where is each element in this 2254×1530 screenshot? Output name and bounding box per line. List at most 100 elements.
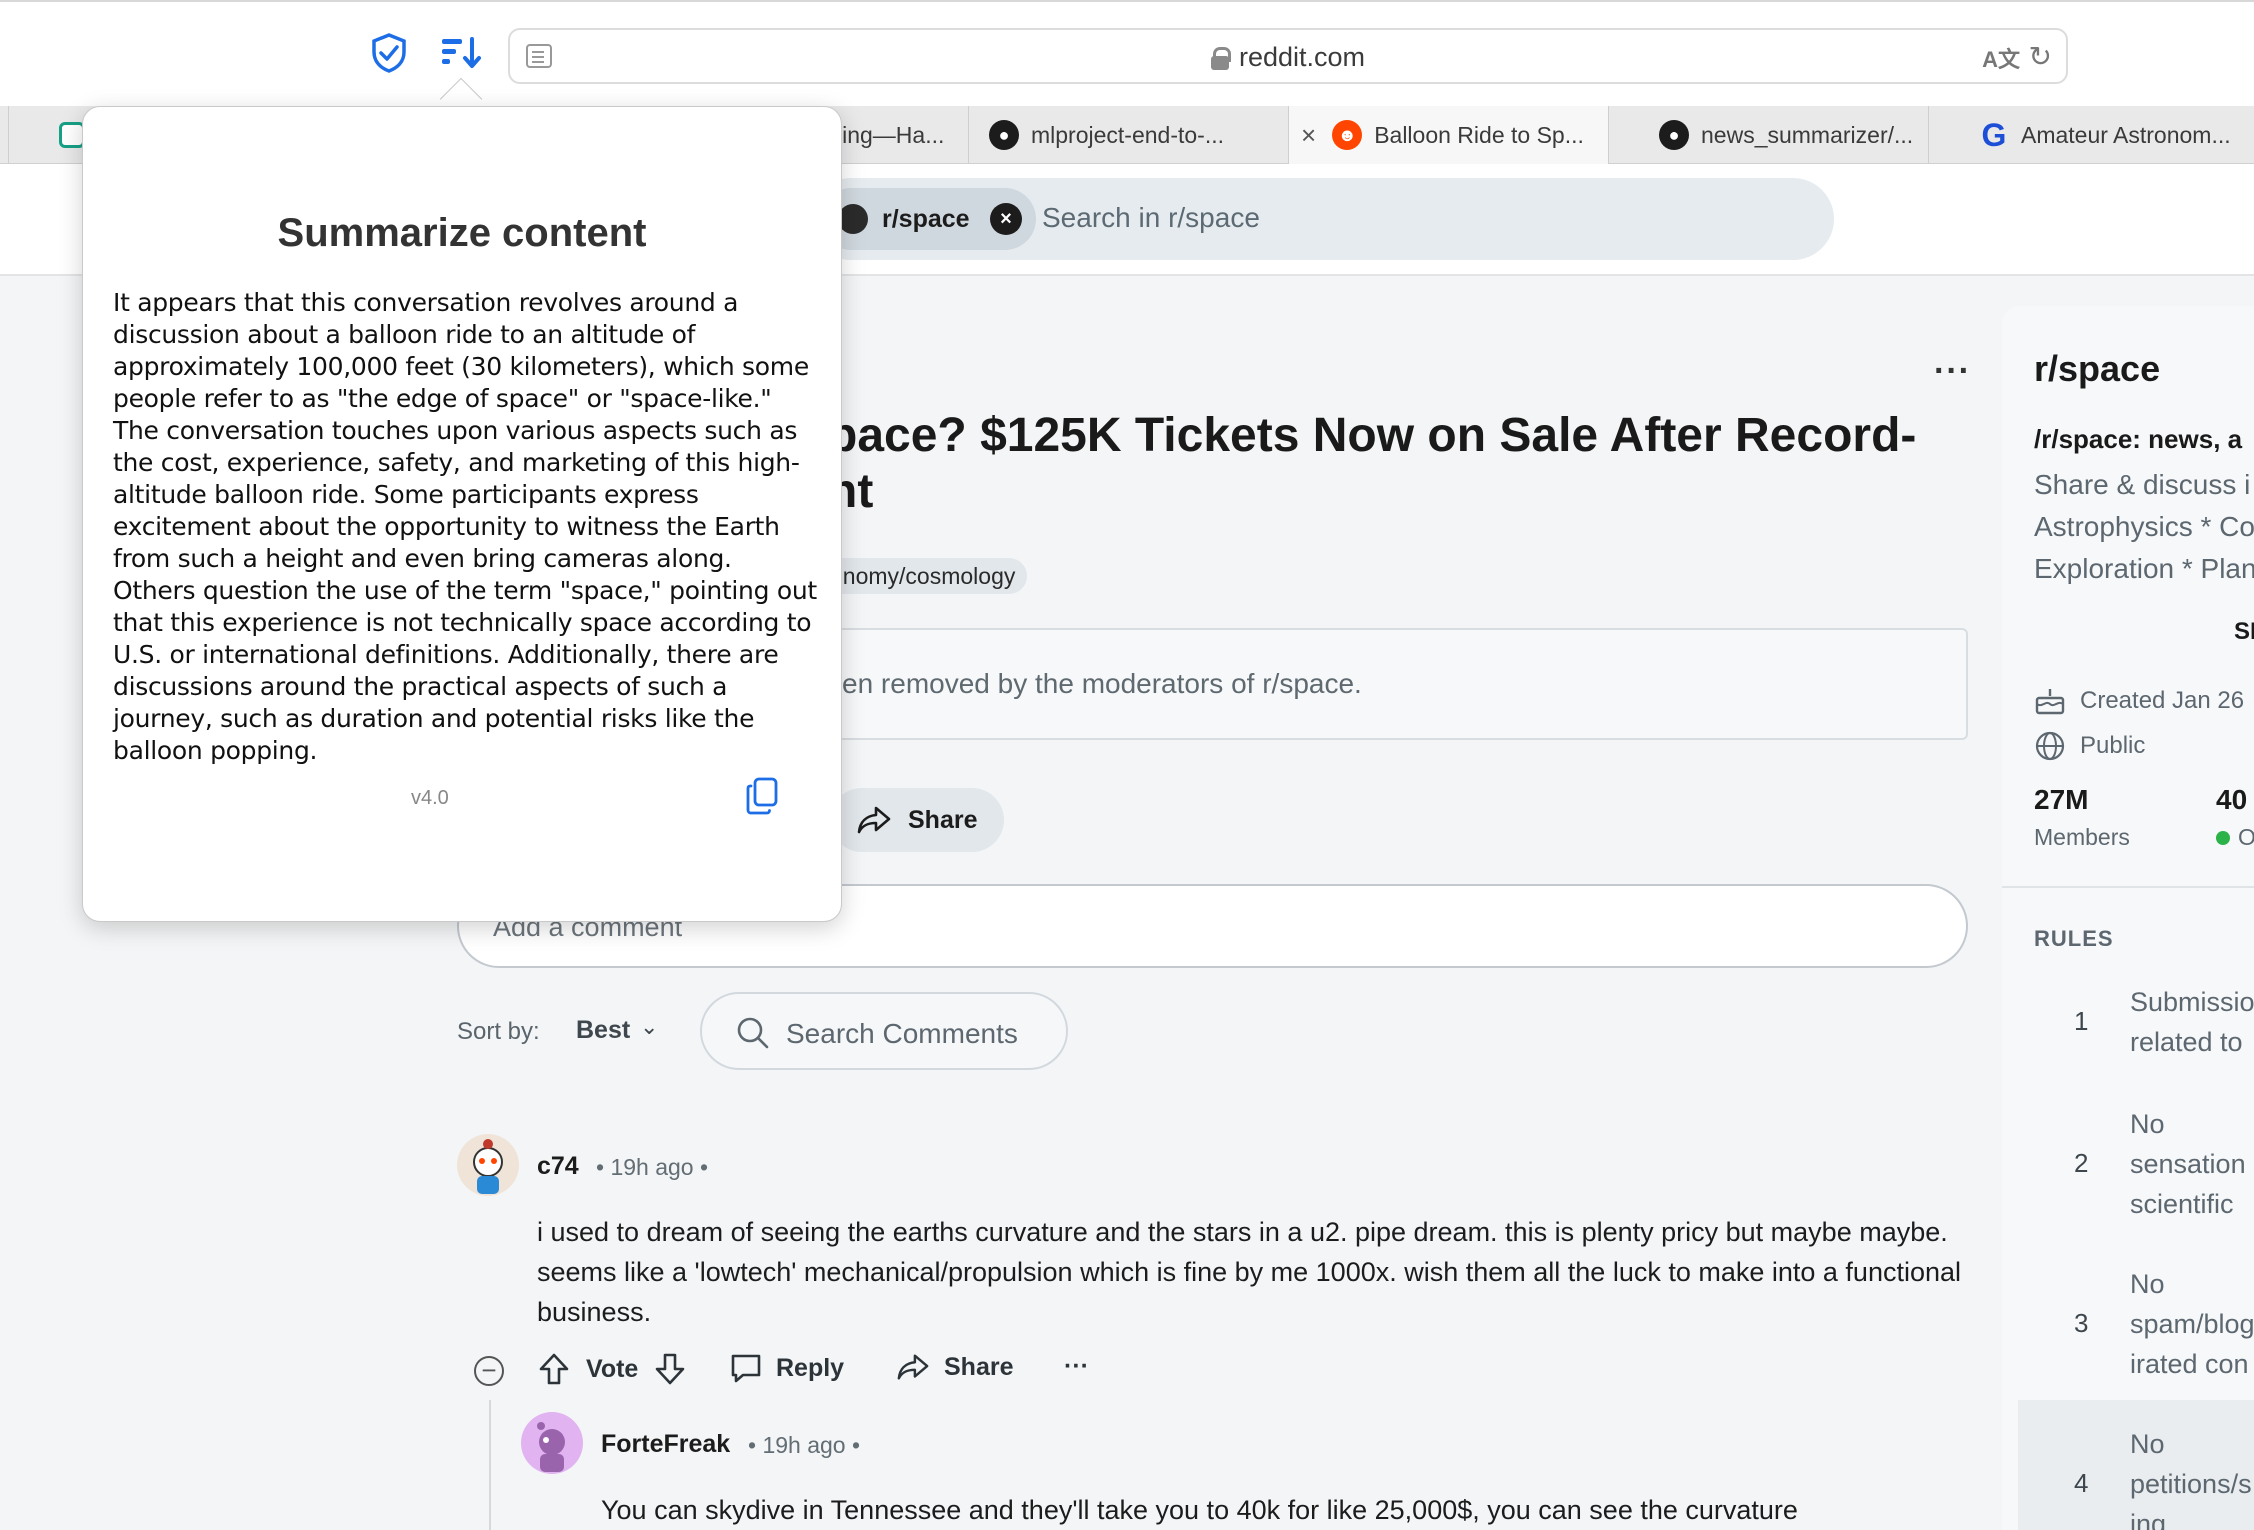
summarize-extension-icon[interactable] xyxy=(440,32,482,74)
reply-label: Reply xyxy=(776,1353,845,1382)
rule-text: ing xyxy=(2130,1509,2167,1530)
avatar[interactable] xyxy=(521,1412,583,1474)
more-label: ··· xyxy=(1064,1352,1089,1380)
cake-icon xyxy=(2035,689,2065,715)
url-text: reddit.com xyxy=(1238,42,1366,72)
rule-text: related to xyxy=(2130,1027,2243,1057)
more-options-icon[interactable]: ··· xyxy=(1064,1352,1089,1381)
comment-icon xyxy=(731,1354,761,1383)
rule-text: petitions/s xyxy=(2130,1469,2252,1499)
rule-text: No xyxy=(2130,1269,2165,1299)
comment-share-button[interactable]: Share xyxy=(896,1352,1013,1382)
rule-item[interactable]: No sensation scientific xyxy=(2130,1104,2246,1224)
shield-check-icon[interactable] xyxy=(368,32,410,74)
reply-button[interactable]: Reply xyxy=(730,1352,844,1384)
post-flair[interactable]: onomy/cosmology xyxy=(812,558,1028,594)
tab-5[interactable]: G Amateur Astronom... xyxy=(1928,106,2254,164)
online-dot-icon xyxy=(2216,831,2230,845)
community-subtitle: /r/space: news, a xyxy=(2034,424,2243,454)
popup-title: Summarize content xyxy=(277,211,647,255)
community-chip-label: r/space xyxy=(882,204,970,233)
rule-text: scientific xyxy=(2130,1189,2234,1219)
rule-text: No xyxy=(2130,1109,2165,1139)
description-line: Exploration * Plan xyxy=(2034,553,2254,584)
online-label: O xyxy=(2238,824,2254,850)
thread-line xyxy=(489,1440,491,1530)
description-line: Share & discuss i xyxy=(2034,469,2251,500)
rule-text: sensation xyxy=(2130,1149,2246,1179)
rule-text: No xyxy=(2130,1429,2165,1459)
comment-body: i used to dream of seeing the earths cur… xyxy=(537,1217,1962,1327)
tab-4[interactable]: ● news_summarizer/... xyxy=(1608,106,1928,164)
community-description: Share & discuss i Astrophysics * Co Expl… xyxy=(2034,464,2254,590)
comment-username[interactable]: ForteFreak xyxy=(601,1430,730,1459)
chevron-down-icon[interactable]: ⌄ xyxy=(640,1014,658,1040)
created-row: Created Jan 26 xyxy=(2034,686,2244,716)
tab-label: mlproject-end-to-... xyxy=(1031,121,1225,148)
rule-item[interactable]: Submissio related to xyxy=(2130,982,2254,1062)
comment-username[interactable]: c74 xyxy=(537,1152,579,1181)
rule-number: 3 xyxy=(2074,1308,2089,1338)
search-placeholder: Search in r/space xyxy=(1042,202,1260,233)
tab-label: ling—Ha... xyxy=(837,121,945,148)
post-title: pace? $125K Tickets Now on Sale After Re… xyxy=(828,409,1917,518)
share-label: Share xyxy=(908,805,978,834)
translate-icon[interactable]: A文 xyxy=(1982,42,2020,74)
rule-number: 4 xyxy=(2074,1468,2089,1498)
rule-text: Submissio xyxy=(2130,987,2254,1017)
comment-timestamp: • 19h ago • xyxy=(596,1154,709,1180)
created-date: Created Jan 26 xyxy=(2080,687,2245,714)
upvote-icon[interactable] xyxy=(538,1352,570,1386)
vote-count: Vote xyxy=(586,1354,639,1383)
lock-icon xyxy=(1210,47,1231,70)
community-sidebar: r/space /r/space: news, a Share & discus… xyxy=(2002,306,2254,1530)
members-label: Members xyxy=(2034,824,2130,850)
rule-text: spam/blog xyxy=(2130,1309,2254,1339)
search-icon xyxy=(737,1017,769,1049)
globe-icon xyxy=(2035,731,2065,761)
divider xyxy=(2002,886,2254,888)
address-bar[interactable]: reddit.com A文 ↻ xyxy=(508,28,2068,84)
copy-icon[interactable] xyxy=(745,777,779,815)
downvote-icon[interactable] xyxy=(654,1352,686,1386)
rule-number: 2 xyxy=(2074,1148,2089,1178)
github-icon: ● xyxy=(1659,120,1689,150)
github-icon: ● xyxy=(989,120,1019,150)
tab-3-active[interactable]: × ☻ Balloon Ride to Sp... xyxy=(1288,106,1608,164)
reddit-icon: ☻ xyxy=(1332,120,1363,150)
rule-item[interactable]: No petitions/s ing xyxy=(2130,1424,2252,1530)
tab-label: Balloon Ride to Sp... xyxy=(1374,121,1584,148)
tab-label: news_summarizer/... xyxy=(1701,121,1914,148)
community-chip[interactable]: r/space × xyxy=(820,188,1036,250)
tab-2[interactable]: ● mlproject-end-to-... xyxy=(968,106,1288,164)
rule-item[interactable]: No spam/blog irated con xyxy=(2130,1264,2254,1384)
vote-group: Vote xyxy=(538,1352,686,1386)
search-comments-placeholder: Search Comments xyxy=(786,1018,1018,1049)
close-icon[interactable]: × xyxy=(990,203,1022,235)
rule-text: irated con xyxy=(2130,1349,2249,1379)
tab-label: Amateur Astronom... xyxy=(2021,121,2231,148)
search-comments-input[interactable]: Search Comments xyxy=(700,992,1068,1070)
reload-icon[interactable]: ↻ xyxy=(2029,40,2052,73)
post-more-icon[interactable]: ··· xyxy=(1934,352,1971,391)
visibility-label: Public xyxy=(2080,732,2146,759)
google-icon: G xyxy=(1981,116,2007,153)
members-count: 27M xyxy=(2034,784,2089,815)
version-label: v4.0 xyxy=(411,787,449,809)
online-row: O xyxy=(2216,824,2254,851)
rule-number: 1 xyxy=(2074,1006,2089,1036)
community-title[interactable]: r/space xyxy=(2034,348,2160,390)
collapse-thread-icon[interactable]: − xyxy=(474,1356,504,1386)
online-count: 40 xyxy=(2216,784,2248,815)
removed-notice-text: en removed by the moderators of r/space. xyxy=(842,668,1362,699)
summarize-popup: Summarize content It appears that this c… xyxy=(82,106,842,922)
community-avatar xyxy=(838,204,868,234)
avatar[interactable] xyxy=(457,1134,519,1196)
comment-body: You can skydive in Tennessee and they'll… xyxy=(601,1495,1798,1525)
sort-dropdown[interactable]: Best xyxy=(576,1016,630,1045)
close-tab-icon[interactable]: × xyxy=(1301,120,1316,151)
subreddit-search[interactable]: r/space × Search in r/space xyxy=(810,178,1834,260)
post-share-button[interactable]: Share xyxy=(830,788,1004,852)
share-icon xyxy=(897,1354,929,1380)
show-more-label[interactable]: SI xyxy=(2234,618,2254,646)
